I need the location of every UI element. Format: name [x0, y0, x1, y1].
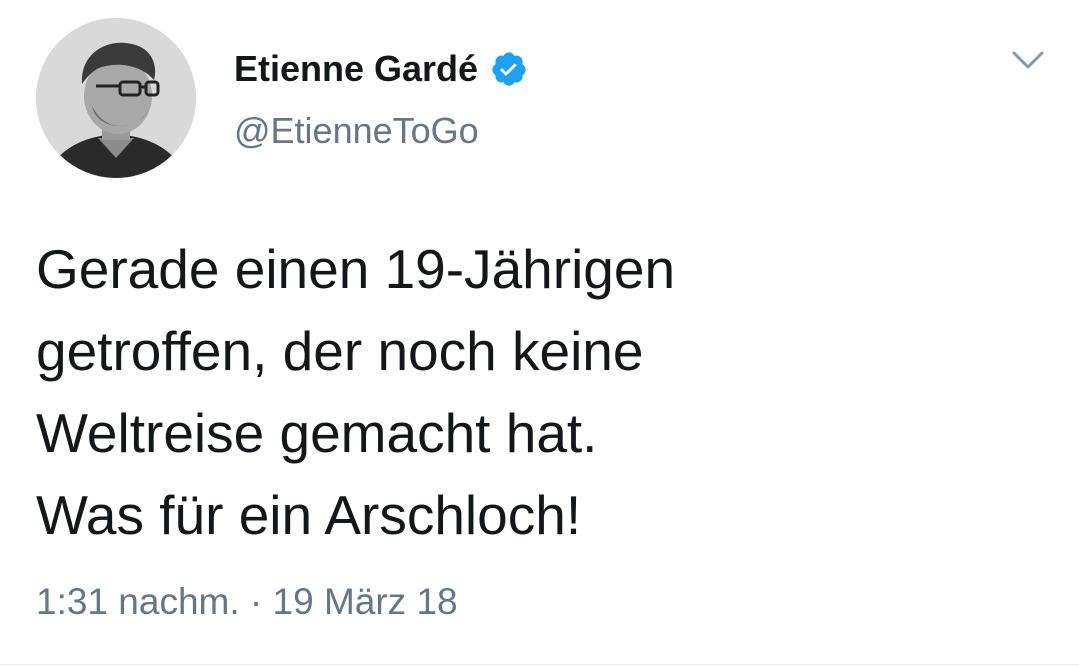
tweet-text-line: Was für ein Arschloch! [36, 484, 582, 546]
user-avatar-icon [36, 18, 196, 178]
chevron-down-icon[interactable] [1010, 46, 1046, 74]
author-handle[interactable]: @EtienneToGo [234, 106, 479, 156]
tweet-timestamp[interactable]: 1:31 nachm. · 19 März 18 [36, 577, 458, 627]
tweet-card: Etienne Gardé @EtienneToGo Gerade einen … [0, 0, 1079, 667]
verified-badge-icon [490, 50, 528, 88]
divider [0, 664, 1079, 665]
tweet-text-line: Gerade einen 19-Jährigen [36, 238, 676, 300]
author-display-name[interactable]: Etienne Gardé [234, 44, 478, 94]
tweet-text: Gerade einen 19-Jährigen getroffen, der … [36, 228, 1036, 556]
avatar[interactable] [36, 18, 196, 178]
author-name-row[interactable]: Etienne Gardé [234, 44, 528, 94]
tweet-text-line: getroffen, der noch keine [36, 320, 644, 382]
tweet-text-line: Weltreise gemacht hat. [36, 402, 598, 464]
